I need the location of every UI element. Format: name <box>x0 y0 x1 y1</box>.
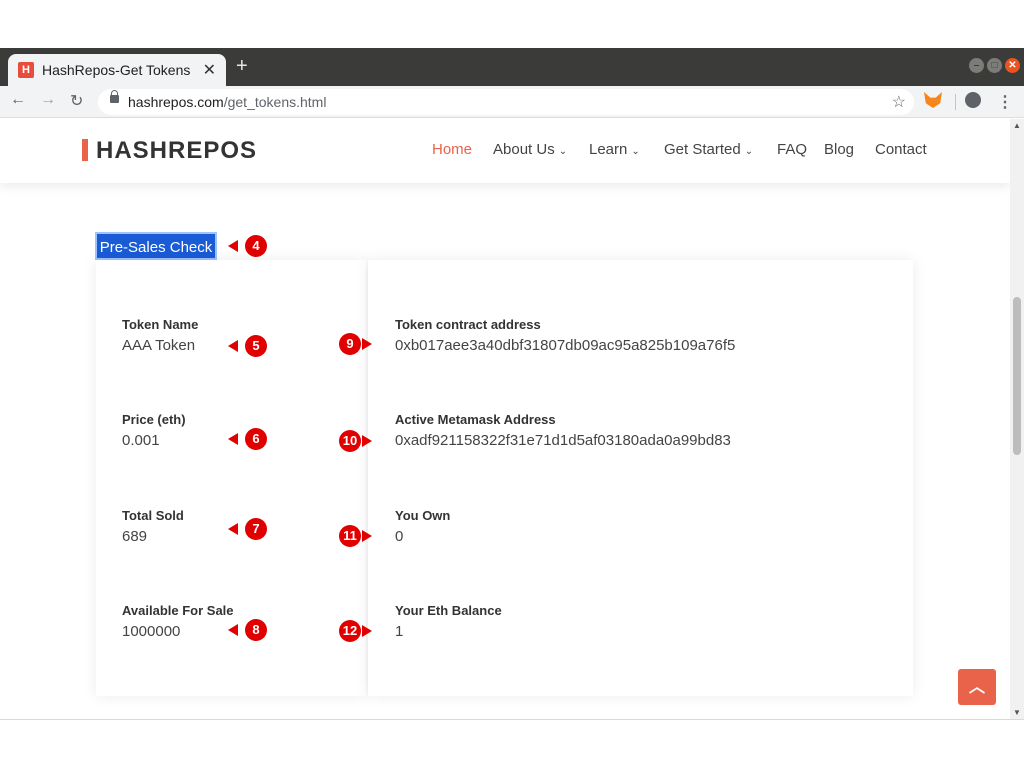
screen: H HashRepos-Get Tokens ✕ + – □ ✕ ← → ↻ h… <box>0 0 1024 768</box>
maximize-icon[interactable]: □ <box>987 58 1002 73</box>
address-bar[interactable]: hashrepos.com/get_tokens.html ☆ <box>98 89 914 115</box>
price-label: Price (eth) <box>122 412 186 427</box>
callout-marker: 12 <box>339 620 361 642</box>
nav-home-label: Home <box>432 141 473 158</box>
available-for-sale-value: 1000000 <box>122 623 181 640</box>
url-path: /get_tokens.html <box>223 94 327 110</box>
callout-marker: 9 <box>339 333 361 355</box>
nav-get-started[interactable]: Get Started ⌄ <box>664 141 753 158</box>
price-value: 0.001 <box>122 432 160 449</box>
pre-sales-check-button[interactable]: Pre-Sales Check <box>95 232 217 260</box>
callout-marker: 4 <box>245 235 267 257</box>
page-viewport: HASHREPOS Home About Us ⌄ Learn ⌄ Get Star… <box>0 119 1010 719</box>
forward-icon[interactable]: → <box>40 91 56 109</box>
reload-icon[interactable]: ↻ <box>70 91 83 111</box>
chevron-down-icon: ⌄ <box>558 146 568 157</box>
active-metamask-address-value: 0xadf921158322f31e71d1d5af03180ada0a99bd… <box>395 432 731 449</box>
nav-get-started-label: Get Started <box>664 141 741 158</box>
nav-faq-label: FAQ <box>777 141 808 158</box>
tab-title: HashRepos-Get Tokens <box>42 62 191 78</box>
callout-arrow <box>228 240 238 252</box>
url-text: hashrepos.com/get_tokens.html <box>128 94 326 110</box>
toolbar-divider <box>955 94 956 110</box>
scroll-thumb[interactable] <box>1013 297 1021 455</box>
browser-tab-bar: H HashRepos-Get Tokens ✕ <box>0 48 1024 86</box>
chevron-down-icon: ⌄ <box>631 146 640 157</box>
callout-arrow <box>362 435 372 447</box>
callout-arrow <box>228 433 238 445</box>
nav-blog[interactable]: Blog <box>824 141 854 158</box>
callout-arrow <box>362 625 372 637</box>
bookmark-star-icon[interactable]: ☆ <box>892 92 906 112</box>
eth-balance-label: Your Eth Balance <box>395 603 502 618</box>
lock-icon <box>110 90 119 103</box>
chevron-down-icon: ⌄ <box>744 146 754 157</box>
favicon-icon: H <box>18 62 34 78</box>
window-controls: – □ ✕ <box>969 58 1020 73</box>
token-name-value: AAA Token <box>122 337 196 354</box>
tab-close-icon[interactable]: ✕ <box>203 60 216 80</box>
token-contract-address-value: 0xb017aee3a40dbf31807db09ac95a825b109a76… <box>395 337 736 354</box>
nav-contact[interactable]: Contact <box>875 141 927 158</box>
nav-home[interactable]: Home <box>432 141 472 158</box>
token-name-label: Token Name <box>122 317 199 332</box>
logo-accent-bar <box>82 139 88 161</box>
callout-marker: 6 <box>245 428 267 450</box>
nav-faq[interactable]: FAQ <box>777 141 807 158</box>
window-close-icon[interactable]: ✕ <box>1005 58 1020 73</box>
active-metamask-address-label: Active Metamask Address <box>395 412 556 427</box>
you-own-label: You Own <box>395 508 451 523</box>
nav-about-us[interactable]: About Us ⌄ <box>493 141 567 158</box>
total-sold-label: Total Sold <box>122 508 184 523</box>
page-scrollbar[interactable]: ▲ ▼ <box>1010 119 1024 719</box>
total-sold-value: 689 <box>122 528 148 545</box>
scroll-down-icon[interactable]: ▼ <box>1013 708 1021 717</box>
url-domain: hashrepos.com <box>128 94 224 110</box>
nav-blog-label: Blog <box>824 141 855 158</box>
callout-arrow <box>362 338 372 350</box>
menu-kebab-icon[interactable]: ⋮ <box>997 92 1013 112</box>
browser-tab[interactable]: H HashRepos-Get Tokens ✕ <box>8 54 226 86</box>
back-to-top-button[interactable]: ︿ <box>958 669 996 705</box>
callout-arrow <box>228 523 238 535</box>
scroll-up-icon[interactable]: ▲ <box>1013 121 1021 130</box>
callout-marker: 10 <box>339 430 361 452</box>
nav-about-us-label: About Us <box>493 141 555 158</box>
chevron-up-icon: ︿ <box>968 679 985 696</box>
callout-marker: 5 <box>245 335 267 357</box>
you-own-value: 0 <box>395 528 404 545</box>
nav-contact-label: Contact <box>875 141 927 158</box>
site-header: HASHREPOS Home About Us ⌄ Learn ⌄ Get Star… <box>0 119 1010 183</box>
token-contract-address-label: Token contract address <box>395 317 541 332</box>
callout-marker: 8 <box>245 619 267 641</box>
callout-arrow <box>362 530 372 542</box>
callout-marker: 11 <box>339 525 361 547</box>
browser-toolbar: ← → ↻ hashrepos.com/get_tokens.html ☆ <box>0 86 1024 118</box>
eth-balance-value: 1 <box>395 623 404 640</box>
callout-arrow <box>228 340 238 352</box>
site-logo[interactable]: HASHREPOS <box>96 137 257 165</box>
minimize-icon[interactable]: – <box>969 58 984 73</box>
profile-avatar-icon[interactable] <box>965 92 981 108</box>
window-bottom-border <box>0 719 1024 720</box>
available-for-sale-label: Available For Sale <box>122 603 234 618</box>
new-tab-icon[interactable]: + <box>236 55 248 78</box>
back-icon[interactable]: ← <box>10 91 26 109</box>
callout-marker: 7 <box>245 518 267 540</box>
nav-learn-label: Learn <box>589 141 628 158</box>
nav-learn[interactable]: Learn ⌄ <box>589 141 640 158</box>
callout-arrow <box>228 624 238 636</box>
